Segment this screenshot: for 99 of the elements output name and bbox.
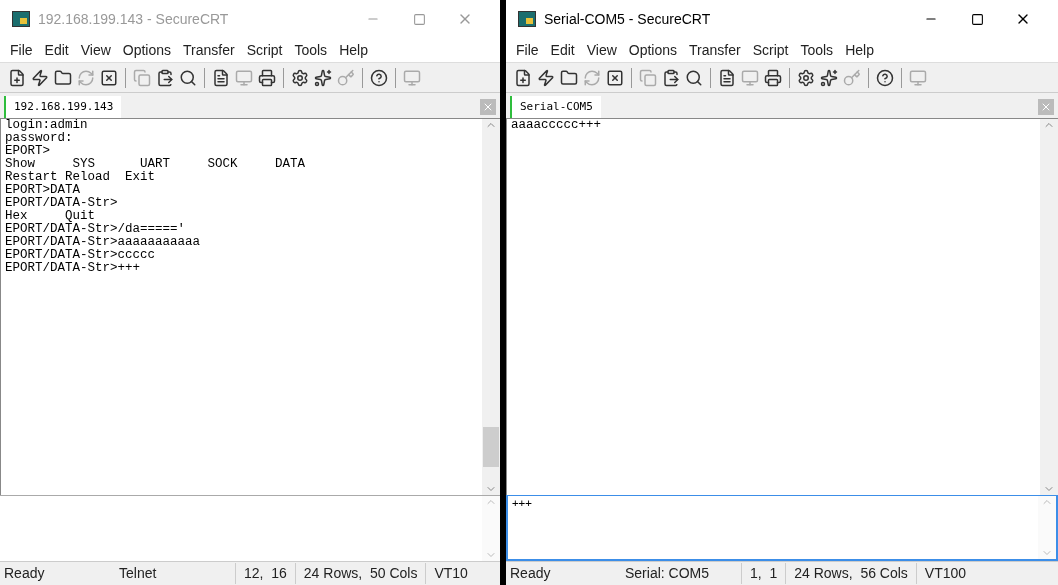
status-field: 24 Rows, 50 Cols — [294, 563, 426, 584]
app-icon — [12, 11, 30, 27]
terminal-line: EPORT/DATA-Str> — [5, 197, 118, 210]
menu-item[interactable]: Edit — [38, 39, 75, 61]
toolbar-button[interactable] — [156, 68, 174, 87]
menu-item[interactable]: Tools — [794, 39, 840, 61]
close-tab-button[interactable] — [1038, 99, 1054, 115]
toolbar-button[interactable] — [718, 68, 736, 87]
close-tab-button[interactable] — [480, 99, 496, 115]
terminal-line: EPORT/DATA-Str>+++ — [5, 262, 141, 275]
folder-icon — [54, 68, 72, 87]
reconnect-icon — [77, 68, 95, 87]
toolbar-button[interactable] — [370, 68, 388, 87]
maximize-icon — [970, 12, 984, 26]
menu-item[interactable]: Options — [622, 39, 684, 61]
terminal-line: EPORT/DATA-Str>/da=====' — [5, 223, 187, 236]
window-title: Serial-COM5 - SecureCRT — [544, 9, 711, 29]
terminal-line: Hex Quit — [5, 210, 95, 223]
terminal-line: aaaaccccc+++ — [511, 119, 601, 132]
search-icon — [685, 68, 703, 87]
menu-item[interactable]: Script — [746, 39, 795, 61]
key-icon — [843, 68, 861, 87]
terminal-line: EPORT> — [5, 145, 50, 158]
folder-icon — [560, 68, 578, 87]
terminal-line: EPORT/DATA-Str>ccccc — [5, 249, 156, 262]
terminal-line: password: — [5, 132, 73, 145]
menu-item[interactable]: View — [74, 39, 117, 61]
toolbar-button[interactable] — [179, 68, 197, 87]
screen-icon — [235, 68, 253, 87]
scrollbar-thumb[interactable] — [483, 427, 499, 467]
disconnect-icon — [100, 68, 118, 87]
toolbar-button[interactable] — [606, 68, 624, 87]
menu-item[interactable]: File — [510, 39, 545, 61]
terminal-line: EPORT>DATA — [5, 184, 80, 197]
status-field: 1, 1 — [741, 563, 786, 584]
toolbar-button[interactable] — [212, 68, 230, 87]
status-field: Telnet — [115, 563, 235, 584]
toolbar-button[interactable] — [258, 68, 276, 87]
toolbar-button[interactable] — [797, 68, 815, 87]
status-field: 24 Rows, 56 Cols — [785, 563, 916, 584]
menu-item[interactable]: Help — [333, 39, 374, 61]
menu-item[interactable]: Transfer — [177, 39, 241, 61]
terminal-line: Show SYS UART SOCK DATA — [5, 158, 306, 171]
status-field: VT10 — [425, 563, 476, 584]
toolbar-button[interactable] — [560, 68, 578, 87]
toolbar-button[interactable] — [54, 68, 72, 87]
close-icon — [482, 101, 494, 113]
copy-icon — [639, 68, 657, 87]
toolbar-button[interactable] — [291, 68, 309, 87]
paste-icon — [156, 68, 174, 87]
window-title: 192.168.199.143 - SecureCRT — [38, 9, 229, 29]
printer-icon — [764, 68, 782, 87]
menu-item[interactable]: Script — [240, 39, 289, 61]
terminal-output[interactable]: aaaaccccc+++ — [507, 119, 1040, 495]
app-icon — [518, 11, 536, 27]
reconnect-icon — [583, 68, 601, 87]
settings-icon — [291, 68, 309, 87]
toolbar-button[interactable] — [876, 68, 894, 87]
toolbar-button[interactable] — [685, 68, 703, 87]
toolbar-button[interactable] — [100, 68, 118, 87]
status-field: Serial: COM5 — [621, 563, 741, 584]
log-icon — [212, 68, 230, 87]
terminal-line: login:admin — [5, 119, 88, 132]
close-icon — [1040, 101, 1052, 113]
log-icon — [718, 68, 736, 87]
key-icon — [337, 68, 355, 87]
menu-item[interactable]: Help — [839, 39, 880, 61]
help-icon — [876, 68, 894, 87]
scrollbar[interactable] — [482, 496, 500, 561]
search-icon — [179, 68, 197, 87]
disconnect-icon — [606, 68, 624, 87]
status-field: 12, 16 — [235, 563, 295, 584]
toolbar-button[interactable] — [662, 68, 680, 87]
status-field: VT100 — [915, 563, 975, 584]
copy-icon — [133, 68, 151, 87]
terminal-output[interactable]: login:admin password: EPORT> Show SYS UART SOCK DATA Restart Reload Exit EPORT>DATA EPORT/DATA-Str> Hex Quit EPORT/DATA-Str>/da=====' EPORT/DATA-Str>aaaaaaaaaaa EPORT/DATA-Str>ccccc EPORT/DATA-Str>+++ — [1, 119, 482, 495]
scrollbar[interactable] — [1038, 496, 1056, 559]
maximize-icon — [412, 12, 426, 26]
printer-icon — [258, 68, 276, 87]
menu-item[interactable]: Options — [116, 39, 178, 61]
scrollbar[interactable] — [1040, 119, 1058, 495]
session-tab[interactable]: Serial-COM5 — [510, 96, 601, 118]
toolbar-button[interactable] — [764, 68, 782, 87]
menu-item[interactable]: Transfer — [683, 39, 747, 61]
menu-item[interactable]: File — [4, 39, 39, 61]
scrollbar[interactable] — [482, 119, 500, 495]
paste-icon — [662, 68, 680, 87]
settings-icon — [797, 68, 815, 87]
help-icon — [370, 68, 388, 87]
terminal-line: Restart Reload Exit — [5, 171, 156, 184]
menu-item[interactable]: Tools — [288, 39, 334, 61]
status-field: Ready — [0, 563, 115, 584]
status-field: Ready — [506, 563, 621, 584]
session-tab[interactable]: 192.168.199.143 — [4, 96, 122, 118]
menu-item[interactable]: View — [580, 39, 623, 61]
terminal-line: EPORT/DATA-Str>aaaaaaaaaaa — [5, 236, 201, 249]
command-text[interactable]: +++ — [512, 497, 532, 510]
menu-item[interactable]: Edit — [544, 39, 581, 61]
screen-icon — [741, 68, 759, 87]
